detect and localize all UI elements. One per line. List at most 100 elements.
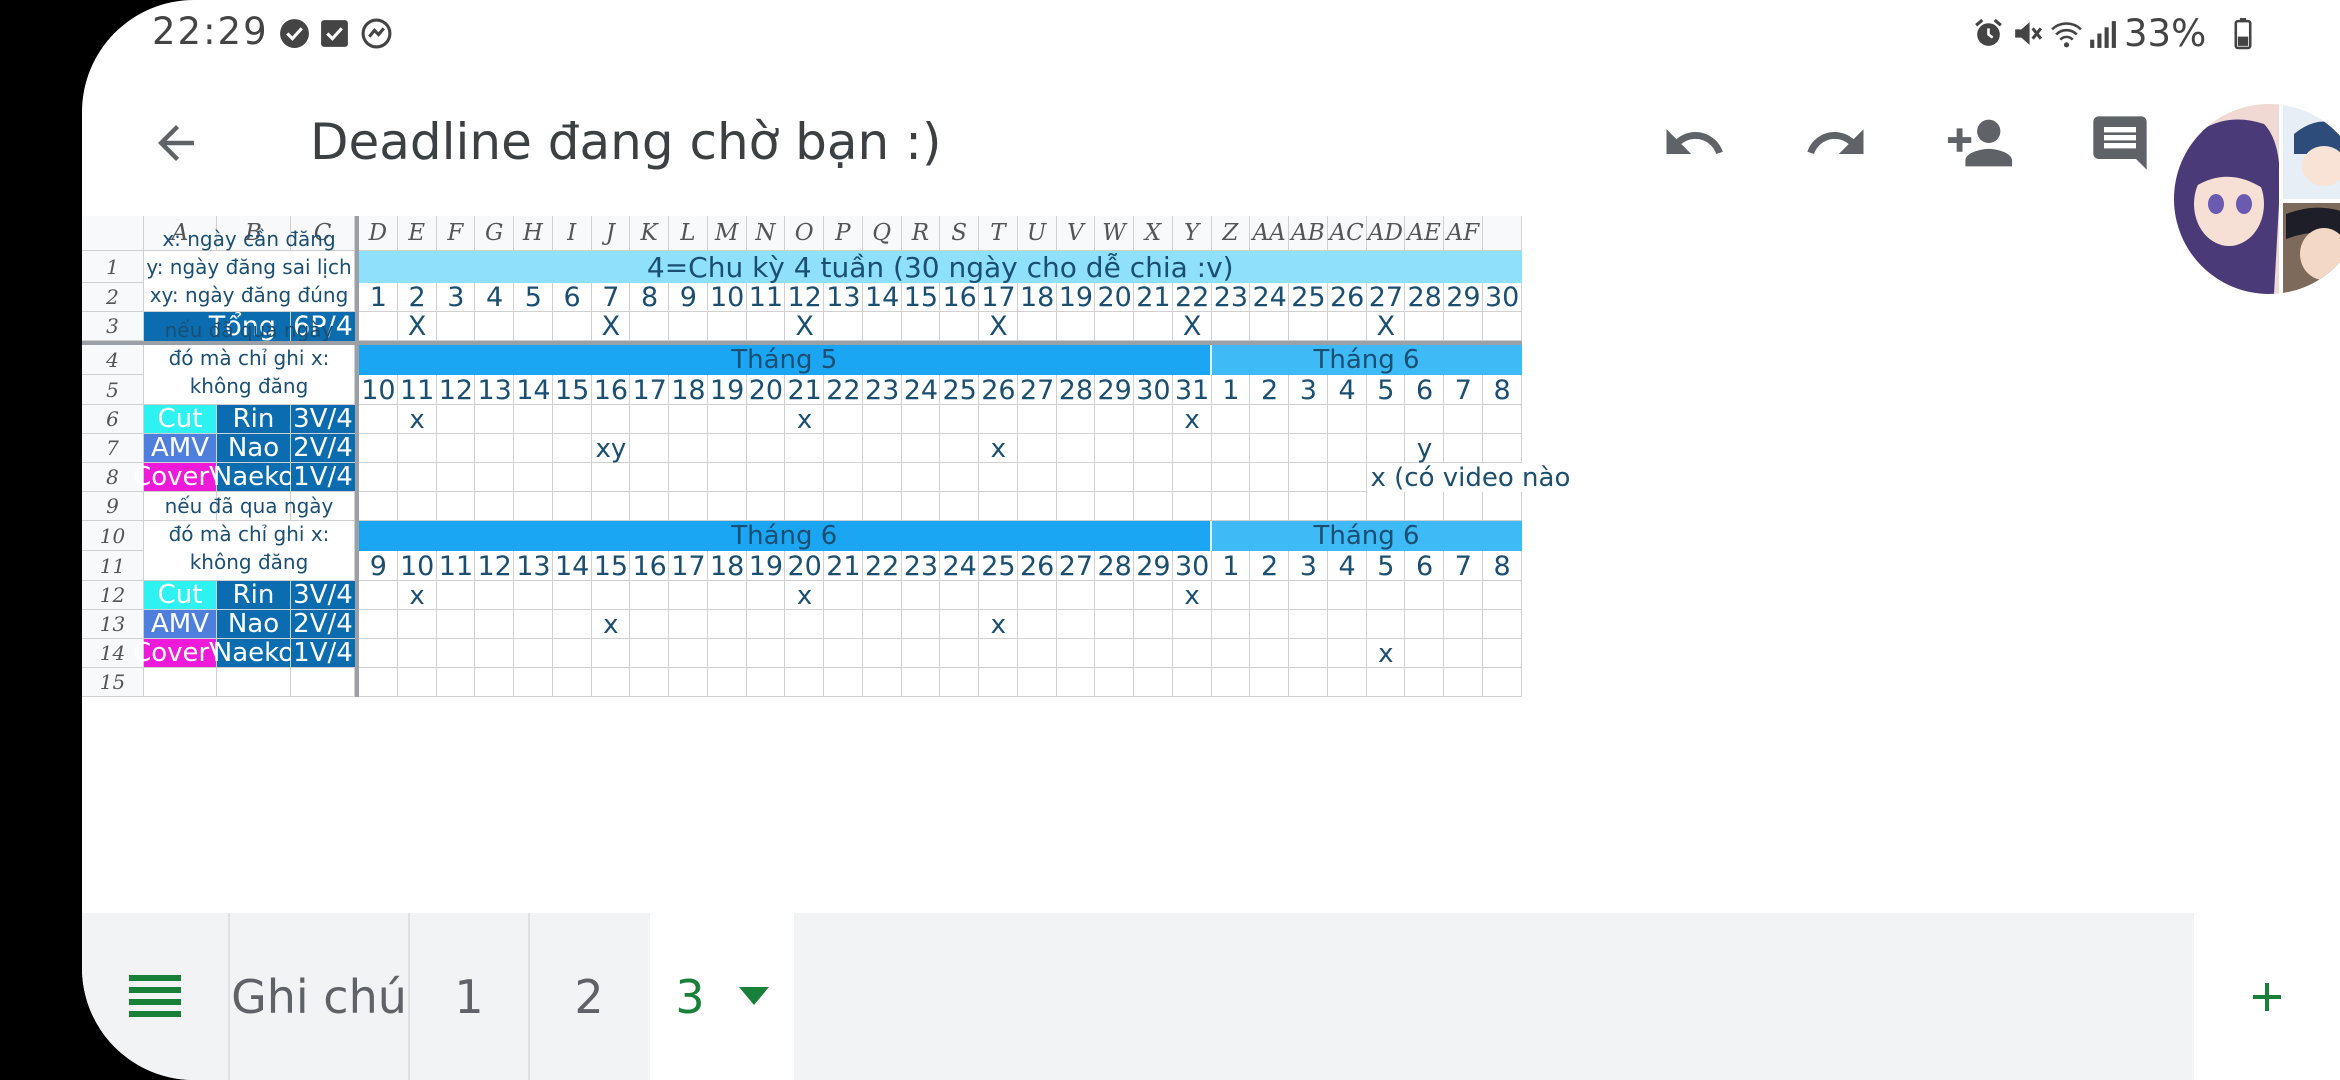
grid-cell[interactable] <box>746 668 786 697</box>
grid-cell[interactable] <box>1056 581 1096 610</box>
grid-cell[interactable] <box>1056 405 1096 434</box>
grid-cell[interactable] <box>1444 639 1483 668</box>
grid-cell[interactable] <box>552 581 592 610</box>
grid-cell[interactable] <box>1017 610 1057 639</box>
grid-cell[interactable] <box>1289 434 1328 463</box>
grid-cell[interactable] <box>1095 405 1134 434</box>
row-header[interactable]: 5 <box>82 375 144 405</box>
grid-cell[interactable] <box>901 668 941 697</box>
grid-cell[interactable] <box>1172 463 1212 492</box>
grid-cell[interactable] <box>940 610 979 639</box>
row-header[interactable]: 7 <box>82 434 144 463</box>
grid-cell[interactable] <box>1405 492 1444 521</box>
grid-cell[interactable] <box>707 405 747 434</box>
grid-cell[interactable] <box>979 463 1018 492</box>
grid-cell[interactable] <box>940 463 979 492</box>
grid-cell[interactable] <box>707 668 747 697</box>
grid-cell[interactable] <box>552 434 592 463</box>
grid-cell[interactable] <box>630 639 669 668</box>
grid-cell[interactable] <box>1211 610 1251 639</box>
grid-cell[interactable] <box>1172 610 1212 639</box>
column-header[interactable]: AC <box>1327 216 1367 251</box>
spreadsheet-grid[interactable]: A B C D E F G H I J K L M N O P Q R S T U V W X Y Z AA AB AC AD AE AF 1 2… <box>82 216 2340 913</box>
column-header[interactable]: Q <box>862 216 902 251</box>
grid-cell[interactable] <box>1366 434 1406 463</box>
tab-ghi-chu[interactable]: Ghi chú <box>230 913 408 1080</box>
row-header[interactable]: 12 <box>82 581 144 610</box>
grid-cell[interactable] <box>1405 405 1444 434</box>
grid-cell[interactable] <box>707 581 747 610</box>
grid-cell[interactable] <box>1250 668 1289 697</box>
grid-cell[interactable] <box>359 312 398 341</box>
grid-cell[interactable] <box>1405 610 1444 639</box>
row-header[interactable]: 15 <box>82 668 144 697</box>
grid-cell[interactable] <box>359 639 398 668</box>
grid-cell[interactable] <box>591 405 631 434</box>
grid-cell[interactable] <box>514 639 553 668</box>
grid-cell[interactable] <box>359 405 398 434</box>
column-header[interactable]: U <box>1017 216 1057 251</box>
grid-cell[interactable] <box>785 639 824 668</box>
grid-cell[interactable] <box>1289 463 1328 492</box>
grid-cell[interactable] <box>1250 610 1289 639</box>
grid-cell[interactable] <box>785 434 824 463</box>
grid-cell[interactable] <box>1211 312 1251 341</box>
grid-cell[interactable] <box>940 434 979 463</box>
column-header[interactable]: M <box>707 216 747 251</box>
grid-cell[interactable] <box>785 668 824 697</box>
grid-cell[interactable] <box>1366 610 1406 639</box>
grid-cell[interactable] <box>1289 581 1328 610</box>
grid-cell[interactable] <box>1017 668 1057 697</box>
grid-cell[interactable] <box>436 581 476 610</box>
grid-cell[interactable] <box>1017 639 1057 668</box>
column-header[interactable]: J <box>591 216 631 251</box>
grid-cell[interactable] <box>669 463 708 492</box>
grid-cell[interactable] <box>630 492 669 521</box>
grid-cell[interactable] <box>901 492 941 521</box>
grid-cell[interactable] <box>359 581 398 610</box>
column-header[interactable]: R <box>901 216 941 251</box>
grid-cell[interactable] <box>707 610 747 639</box>
grid-cell[interactable] <box>1134 405 1173 434</box>
grid-cell[interactable] <box>436 405 476 434</box>
grid-cell[interactable] <box>475 463 514 492</box>
grid-cell[interactable] <box>552 492 592 521</box>
column-header[interactable]: F <box>436 216 476 251</box>
column-header[interactable]: I <box>552 216 592 251</box>
grid-cell[interactable] <box>707 463 747 492</box>
back-button[interactable] <box>134 101 218 185</box>
grid-cell[interactable] <box>746 492 786 521</box>
grid-cell[interactable] <box>1250 405 1289 434</box>
document-title[interactable]: Deadline đang chờ bạn :) <box>310 113 941 171</box>
grid-cell[interactable] <box>1017 463 1057 492</box>
grid-cell[interactable] <box>630 434 669 463</box>
grid-cell[interactable] <box>397 492 437 521</box>
grid-cell[interactable] <box>862 405 902 434</box>
grid-cell[interactable] <box>591 581 631 610</box>
grid-cell[interactable] <box>979 581 1018 610</box>
grid-cell[interactable] <box>824 405 863 434</box>
grid-cell[interactable] <box>630 610 669 639</box>
tab-3[interactable]: 3 <box>650 913 794 1080</box>
grid-cell[interactable] <box>436 639 476 668</box>
grid-cell[interactable] <box>1327 639 1367 668</box>
grid-cell[interactable] <box>591 639 631 668</box>
grid-cell[interactable] <box>1056 610 1096 639</box>
grid-cell[interactable] <box>436 312 476 341</box>
grid-cell[interactable] <box>436 492 476 521</box>
grid-cell[interactable] <box>1134 434 1173 463</box>
grid-cell[interactable] <box>1134 581 1173 610</box>
undo-button[interactable] <box>1652 101 1736 185</box>
grid-cell[interactable] <box>1250 492 1289 521</box>
grid-cell[interactable] <box>824 434 863 463</box>
grid-cell[interactable] <box>979 668 1018 697</box>
grid-cell[interactable] <box>1327 434 1367 463</box>
grid-cell[interactable] <box>669 434 708 463</box>
grid-cell[interactable] <box>862 610 902 639</box>
grid-cell[interactable] <box>824 312 863 341</box>
grid-cell[interactable] <box>1095 668 1134 697</box>
column-header[interactable]: T <box>979 216 1018 251</box>
grid-cell[interactable] <box>552 463 592 492</box>
tab-2[interactable]: 2 <box>530 913 648 1080</box>
grid-cell[interactable] <box>862 463 902 492</box>
